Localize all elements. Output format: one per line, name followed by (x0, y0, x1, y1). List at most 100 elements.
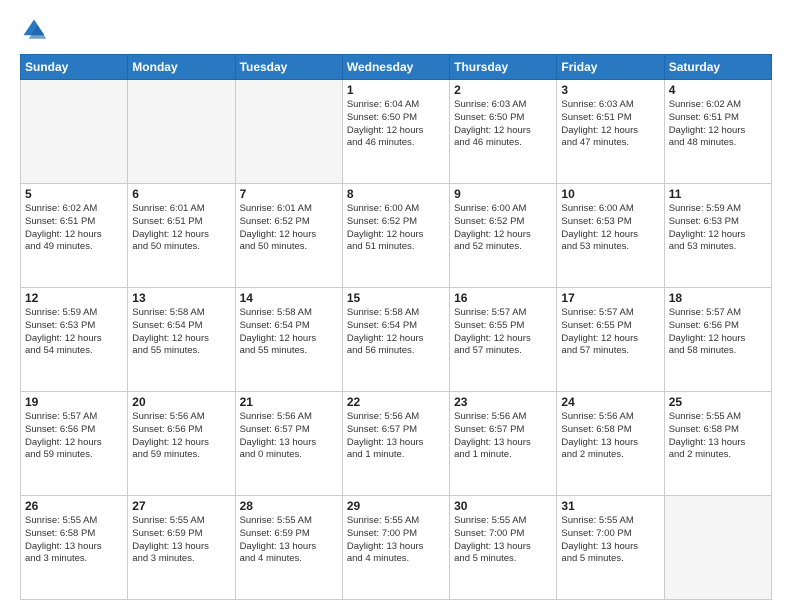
day-info: Sunrise: 5:55 AM Sunset: 6:59 PM Dayligh… (240, 515, 338, 566)
calendar-cell: 16 Sunrise: 5:57 AM Sunset: 6:55 PM Dayli… (450, 288, 557, 392)
calendar-cell (128, 80, 235, 184)
day-number: 26 (25, 499, 123, 513)
week-row-3: 12 Sunrise: 5:59 AM Sunset: 6:53 PM Dayli… (21, 288, 772, 392)
day-info: Sunrise: 5:56 AM Sunset: 6:57 PM Dayligh… (347, 411, 445, 462)
day-number: 25 (669, 395, 767, 409)
calendar-header-thursday: Thursday (450, 55, 557, 80)
day-info: Sunrise: 6:04 AM Sunset: 6:50 PM Dayligh… (347, 99, 445, 150)
day-info: Sunrise: 6:01 AM Sunset: 6:51 PM Dayligh… (132, 203, 230, 254)
day-info: Sunrise: 5:55 AM Sunset: 7:00 PM Dayligh… (347, 515, 445, 566)
calendar-cell: 25 Sunrise: 5:55 AM Sunset: 6:58 PM Dayli… (664, 392, 771, 496)
week-row-2: 5Sunrise: 6:02 AM Sunset: 6:51 PM Daylig… (21, 184, 772, 288)
day-number: 13 (132, 291, 230, 305)
day-number: 29 (347, 499, 445, 513)
calendar-cell: 1 Sunrise: 6:04 AM Sunset: 6:50 PM Daylig… (342, 80, 449, 184)
calendar-header-sunday: Sunday (21, 55, 128, 80)
day-number: 20 (132, 395, 230, 409)
calendar-cell: 11Sunrise: 5:59 AM Sunset: 6:53 PM Dayli… (664, 184, 771, 288)
day-info: Sunrise: 6:02 AM Sunset: 6:51 PM Dayligh… (25, 203, 123, 254)
calendar-cell: 24 Sunrise: 5:56 AM Sunset: 6:58 PM Dayli… (557, 392, 664, 496)
calendar-table: SundayMondayTuesdayWednesdayThursdayFrid… (20, 54, 772, 600)
calendar-cell: 28 Sunrise: 5:55 AM Sunset: 6:59 PM Dayli… (235, 496, 342, 600)
calendar-cell: 9 Sunrise: 6:00 AM Sunset: 6:52 PM Daylig… (450, 184, 557, 288)
calendar-cell: 20 Sunrise: 5:56 AM Sunset: 6:56 PM Dayli… (128, 392, 235, 496)
day-info: Sunrise: 5:55 AM Sunset: 6:59 PM Dayligh… (132, 515, 230, 566)
calendar-cell: 30Sunrise: 5:55 AM Sunset: 7:00 PM Dayli… (450, 496, 557, 600)
day-number: 12 (25, 291, 123, 305)
day-info: Sunrise: 5:56 AM Sunset: 6:57 PM Dayligh… (454, 411, 552, 462)
day-info: Sunrise: 5:59 AM Sunset: 6:53 PM Dayligh… (25, 307, 123, 358)
day-info: Sunrise: 6:02 AM Sunset: 6:51 PM Dayligh… (669, 99, 767, 150)
calendar-header-friday: Friday (557, 55, 664, 80)
calendar-cell: 8 Sunrise: 6:00 AM Sunset: 6:52 PM Daylig… (342, 184, 449, 288)
logo-icon (20, 16, 48, 44)
day-info: Sunrise: 5:56 AM Sunset: 6:56 PM Dayligh… (132, 411, 230, 462)
day-number: 3 (561, 83, 659, 97)
day-number: 7 (240, 187, 338, 201)
week-row-5: 26 Sunrise: 5:55 AM Sunset: 6:58 PM Dayli… (21, 496, 772, 600)
header (20, 16, 772, 44)
day-number: 28 (240, 499, 338, 513)
day-number: 16 (454, 291, 552, 305)
day-number: 19 (25, 395, 123, 409)
day-info: Sunrise: 5:55 AM Sunset: 6:58 PM Dayligh… (669, 411, 767, 462)
calendar-cell: 15 Sunrise: 5:58 AM Sunset: 6:54 PM Dayli… (342, 288, 449, 392)
day-number: 23 (454, 395, 552, 409)
day-info: Sunrise: 5:59 AM Sunset: 6:53 PM Dayligh… (669, 203, 767, 254)
day-number: 10 (561, 187, 659, 201)
calendar-header-tuesday: Tuesday (235, 55, 342, 80)
calendar-cell: 26 Sunrise: 5:55 AM Sunset: 6:58 PM Dayli… (21, 496, 128, 600)
day-number: 15 (347, 291, 445, 305)
calendar-cell: 6Sunrise: 6:01 AM Sunset: 6:51 PM Daylig… (128, 184, 235, 288)
calendar-cell (21, 80, 128, 184)
calendar-cell: 18 Sunrise: 5:57 AM Sunset: 6:56 PM Dayli… (664, 288, 771, 392)
calendar-cell: 4 Sunrise: 6:02 AM Sunset: 6:51 PM Daylig… (664, 80, 771, 184)
day-info: Sunrise: 5:57 AM Sunset: 6:56 PM Dayligh… (669, 307, 767, 358)
calendar-cell: 31Sunrise: 5:55 AM Sunset: 7:00 PM Dayli… (557, 496, 664, 600)
calendar-cell: 17 Sunrise: 5:57 AM Sunset: 6:55 PM Dayli… (557, 288, 664, 392)
calendar-cell (235, 80, 342, 184)
calendar-header-row: SundayMondayTuesdayWednesdayThursdayFrid… (21, 55, 772, 80)
calendar-header-saturday: Saturday (664, 55, 771, 80)
calendar-cell: 19 Sunrise: 5:57 AM Sunset: 6:56 PM Dayli… (21, 392, 128, 496)
calendar-cell: 13Sunrise: 5:58 AM Sunset: 6:54 PM Dayli… (128, 288, 235, 392)
day-info: Sunrise: 6:03 AM Sunset: 6:50 PM Dayligh… (454, 99, 552, 150)
day-info: Sunrise: 5:55 AM Sunset: 7:00 PM Dayligh… (561, 515, 659, 566)
day-number: 14 (240, 291, 338, 305)
day-info: Sunrise: 5:57 AM Sunset: 6:55 PM Dayligh… (454, 307, 552, 358)
day-number: 4 (669, 83, 767, 97)
day-number: 21 (240, 395, 338, 409)
calendar-cell: 27 Sunrise: 5:55 AM Sunset: 6:59 PM Dayli… (128, 496, 235, 600)
calendar-header-wednesday: Wednesday (342, 55, 449, 80)
day-number: 27 (132, 499, 230, 513)
day-number: 9 (454, 187, 552, 201)
day-info: Sunrise: 5:56 AM Sunset: 6:58 PM Dayligh… (561, 411, 659, 462)
calendar-cell: 22Sunrise: 5:56 AM Sunset: 6:57 PM Dayli… (342, 392, 449, 496)
day-info: Sunrise: 6:00 AM Sunset: 6:52 PM Dayligh… (454, 203, 552, 254)
calendar-cell: 2Sunrise: 6:03 AM Sunset: 6:50 PM Daylig… (450, 80, 557, 184)
page: SundayMondayTuesdayWednesdayThursdayFrid… (0, 0, 792, 612)
day-number: 8 (347, 187, 445, 201)
calendar-cell (664, 496, 771, 600)
day-number: 24 (561, 395, 659, 409)
week-row-4: 19 Sunrise: 5:57 AM Sunset: 6:56 PM Dayli… (21, 392, 772, 496)
calendar-cell: 21 Sunrise: 5:56 AM Sunset: 6:57 PM Dayli… (235, 392, 342, 496)
day-number: 18 (669, 291, 767, 305)
day-info: Sunrise: 5:56 AM Sunset: 6:57 PM Dayligh… (240, 411, 338, 462)
calendar-cell: 7Sunrise: 6:01 AM Sunset: 6:52 PM Daylig… (235, 184, 342, 288)
calendar-cell: 12 Sunrise: 5:59 AM Sunset: 6:53 PM Dayli… (21, 288, 128, 392)
calendar-cell: 5Sunrise: 6:02 AM Sunset: 6:51 PM Daylig… (21, 184, 128, 288)
day-info: Sunrise: 6:03 AM Sunset: 6:51 PM Dayligh… (561, 99, 659, 150)
day-info: Sunrise: 6:00 AM Sunset: 6:52 PM Dayligh… (347, 203, 445, 254)
day-info: Sunrise: 5:58 AM Sunset: 6:54 PM Dayligh… (347, 307, 445, 358)
day-number: 17 (561, 291, 659, 305)
calendar-cell: 10Sunrise: 6:00 AM Sunset: 6:53 PM Dayli… (557, 184, 664, 288)
calendar-cell: 14Sunrise: 5:58 AM Sunset: 6:54 PM Dayli… (235, 288, 342, 392)
calendar-header-monday: Monday (128, 55, 235, 80)
logo (20, 16, 52, 44)
calendar-cell: 3 Sunrise: 6:03 AM Sunset: 6:51 PM Daylig… (557, 80, 664, 184)
day-number: 1 (347, 83, 445, 97)
day-info: Sunrise: 5:55 AM Sunset: 6:58 PM Dayligh… (25, 515, 123, 566)
day-info: Sunrise: 5:57 AM Sunset: 6:56 PM Dayligh… (25, 411, 123, 462)
day-info: Sunrise: 5:57 AM Sunset: 6:55 PM Dayligh… (561, 307, 659, 358)
